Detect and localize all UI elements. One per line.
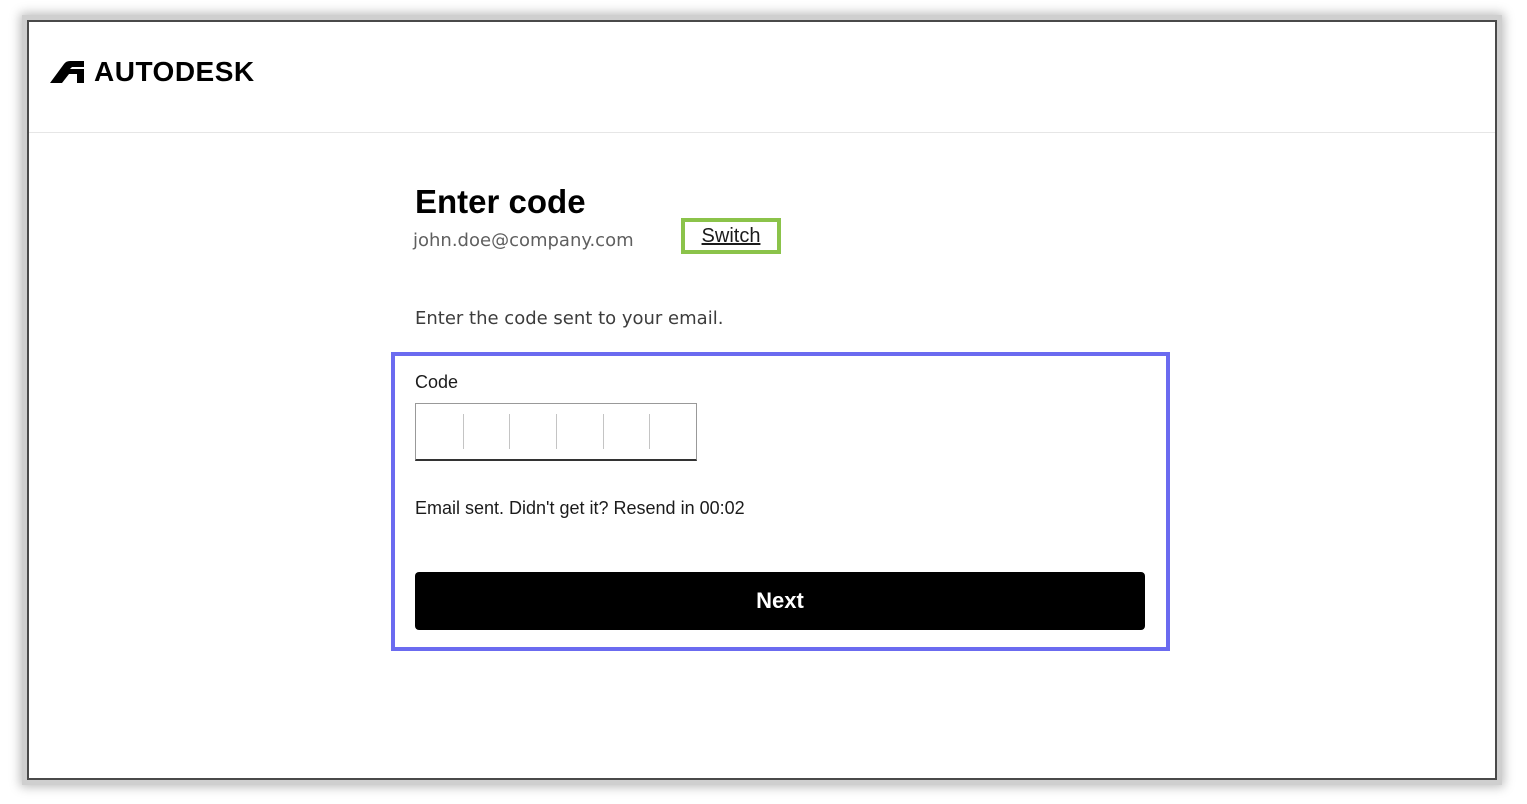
- switch-highlight: Switch: [681, 218, 781, 254]
- page: AUTODESK Enter code john.doe@company.com…: [0, 0, 1527, 804]
- next-button[interactable]: Next: [415, 572, 1145, 630]
- autodesk-logo[interactable]: AUTODESK: [50, 56, 255, 87]
- email-row: john.doe@company.com Switch: [413, 218, 1155, 262]
- code-input[interactable]: [415, 403, 697, 461]
- code-label: Code: [415, 372, 459, 392]
- page-title: Enter code: [415, 183, 586, 220]
- code-digit-field[interactable]: [416, 404, 463, 459]
- resend-status: Email sent. Didn't get it? Resend in 00:…: [415, 498, 745, 518]
- code-digit-field[interactable]: [462, 404, 510, 459]
- header: AUTODESK: [29, 22, 1495, 133]
- autodesk-logo-icon: [50, 61, 84, 83]
- instruction-text: Enter the code sent to your email.: [415, 308, 724, 329]
- code-digit-field[interactable]: [556, 404, 603, 459]
- account-email: john.doe@company.com: [413, 230, 634, 251]
- code-digit-field[interactable]: [602, 404, 650, 459]
- switch-account-link[interactable]: Switch: [702, 225, 761, 248]
- enter-code-form: Enter code john.doe@company.com Switch E…: [391, 182, 1170, 651]
- code-digit-field[interactable]: [649, 404, 696, 459]
- code-digit-field[interactable]: [509, 404, 556, 459]
- browser-frame: AUTODESK Enter code john.doe@company.com…: [27, 20, 1497, 780]
- brand-name: AUTODESK: [94, 56, 255, 87]
